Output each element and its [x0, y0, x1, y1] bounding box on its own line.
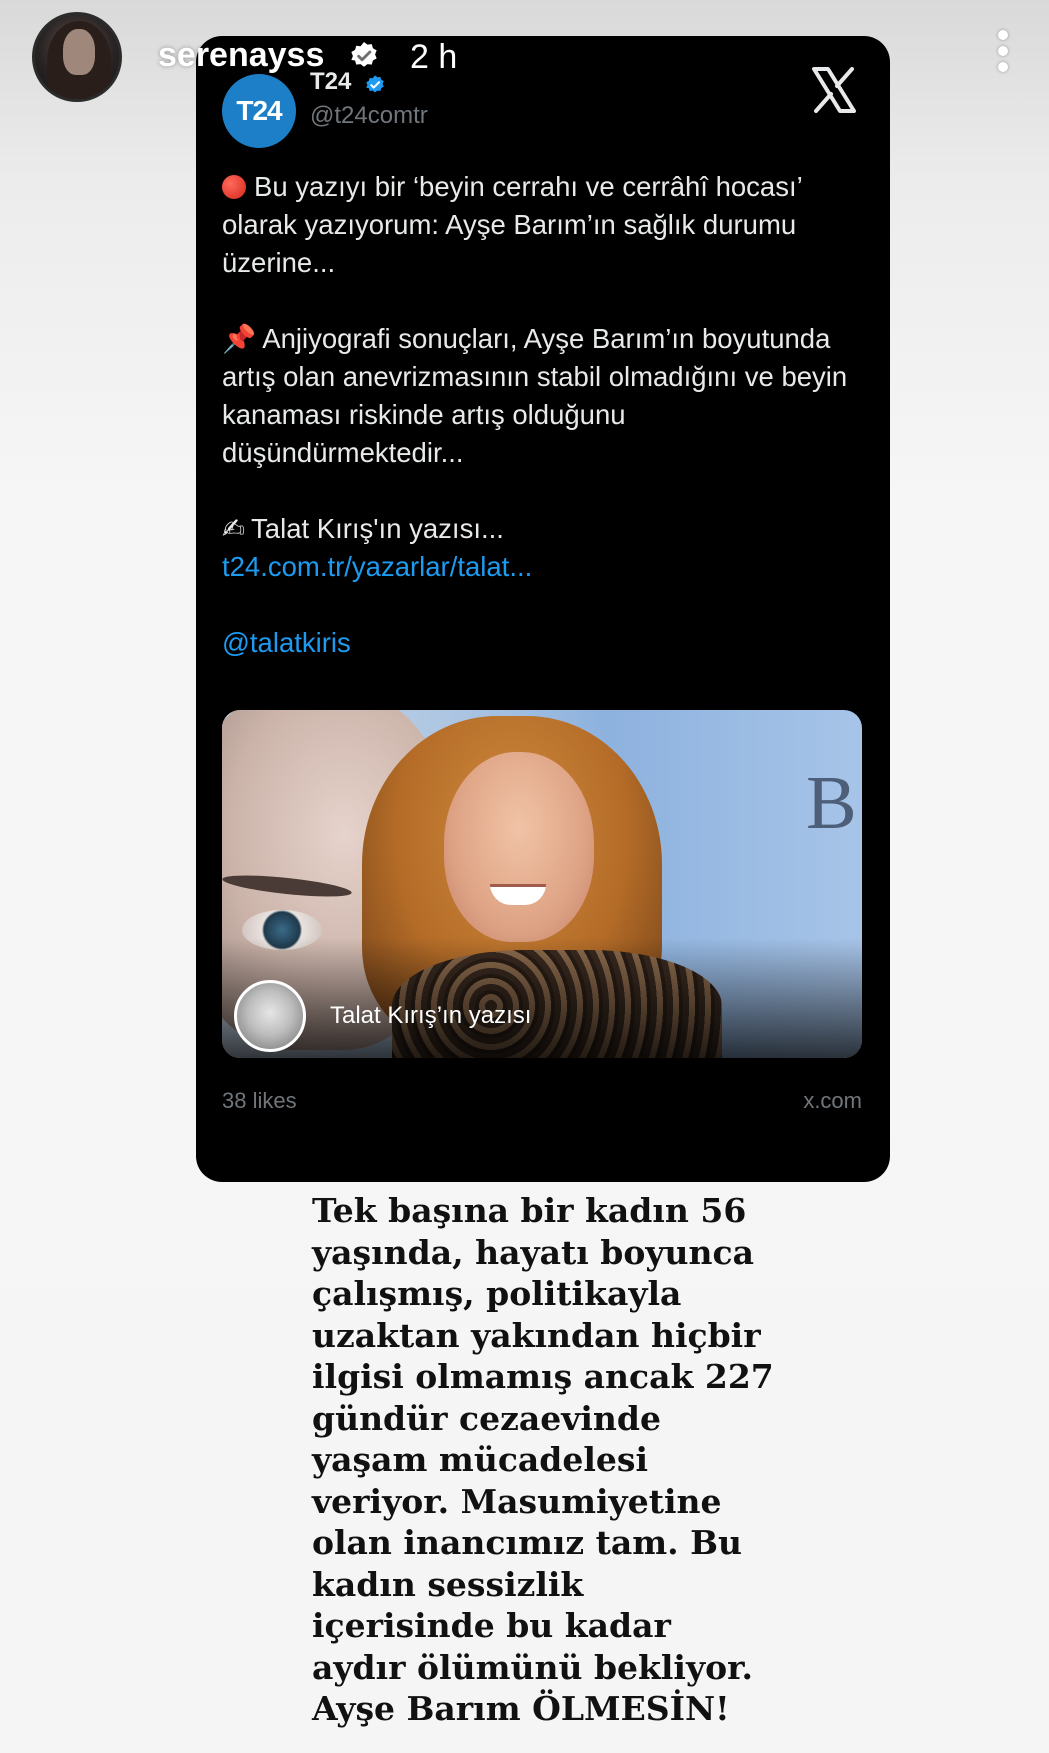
tweet-paragraph-3: ✍ Talat Kırış'ın yazısı... t24.com.tr/yaza…	[222, 510, 862, 586]
pushpin-icon: 📌	[222, 323, 257, 354]
profile-avatar[interactable]	[32, 12, 122, 102]
caption-line: içerisinde bu kadar	[312, 1606, 671, 1645]
caption-line: uzaktan yakından hiçbir	[312, 1315, 761, 1355]
story-caption: Tek başına bir kadın 56 yaşında, hayatı …	[312, 1190, 782, 1730]
verified-icon	[366, 75, 384, 93]
caption-line: veriyor. Masumiyetine	[312, 1481, 722, 1521]
caption-line: gündür cezaevinde	[312, 1398, 661, 1438]
story-timestamp: 2 h	[410, 38, 458, 76]
preview-caption: Talat Kırış’ın yazısı	[330, 1002, 532, 1029]
x-logo-icon[interactable]	[808, 64, 860, 116]
caption-line: kadın sessizlik	[312, 1564, 584, 1604]
caption-line: yaşam mücadelesi	[312, 1440, 649, 1479]
writing-hand-icon: ✍	[222, 513, 246, 544]
tweet-paragraph-1: Bu yazıyı bir ‘beyin cerrahı ve cerrâhî …	[222, 171, 802, 278]
article-link[interactable]: t24.com.tr/yazarlar/talat...	[222, 551, 532, 582]
source-domain: x.com	[803, 1088, 862, 1113]
caption-line: Ayşe Barım ÖLMESİN!	[312, 1689, 730, 1728]
mention-link[interactable]: @talatkiris	[222, 627, 351, 658]
likes-count[interactable]: 38 likes	[222, 1088, 297, 1114]
author-avatar	[234, 980, 306, 1052]
caption-line: çalışmış, politikayla	[312, 1274, 682, 1313]
more-icon[interactable]	[996, 30, 1010, 80]
caption-line: ilgisi olmamış ancak 227	[312, 1357, 774, 1396]
account-handle[interactable]: @t24comtr	[310, 102, 428, 130]
verified-icon	[351, 42, 377, 67]
tweet-paragraph-2: 📌 Anjiyografi sonuçları, Ayşe Barım’ın bo…	[222, 320, 862, 472]
tweet-card[interactable]: T24 T24 @t24comtr Bu yazıyı bir ‘beyin c…	[196, 36, 890, 1182]
link-preview-card[interactable]: B Talat Kırış’ın yazısı	[222, 710, 862, 1058]
red-circle-icon	[222, 175, 246, 199]
caption-line: yaşında, hayatı boyunca	[312, 1232, 755, 1272]
caption-line: aydır ölümünü bekliyor.	[312, 1647, 754, 1687]
caption-line: olan inancımız tam. Bu	[312, 1523, 743, 1562]
caption-line: Tek başına bir kadın 56	[312, 1191, 747, 1230]
t24-logo[interactable]: T24	[222, 74, 296, 148]
story-username[interactable]: serenayss	[158, 36, 324, 75]
preview-sign-letter: B	[806, 761, 857, 845]
tweet-text: Bu yazıyı bir ‘beyin cerrahı ve cerrâhî …	[222, 168, 862, 662]
